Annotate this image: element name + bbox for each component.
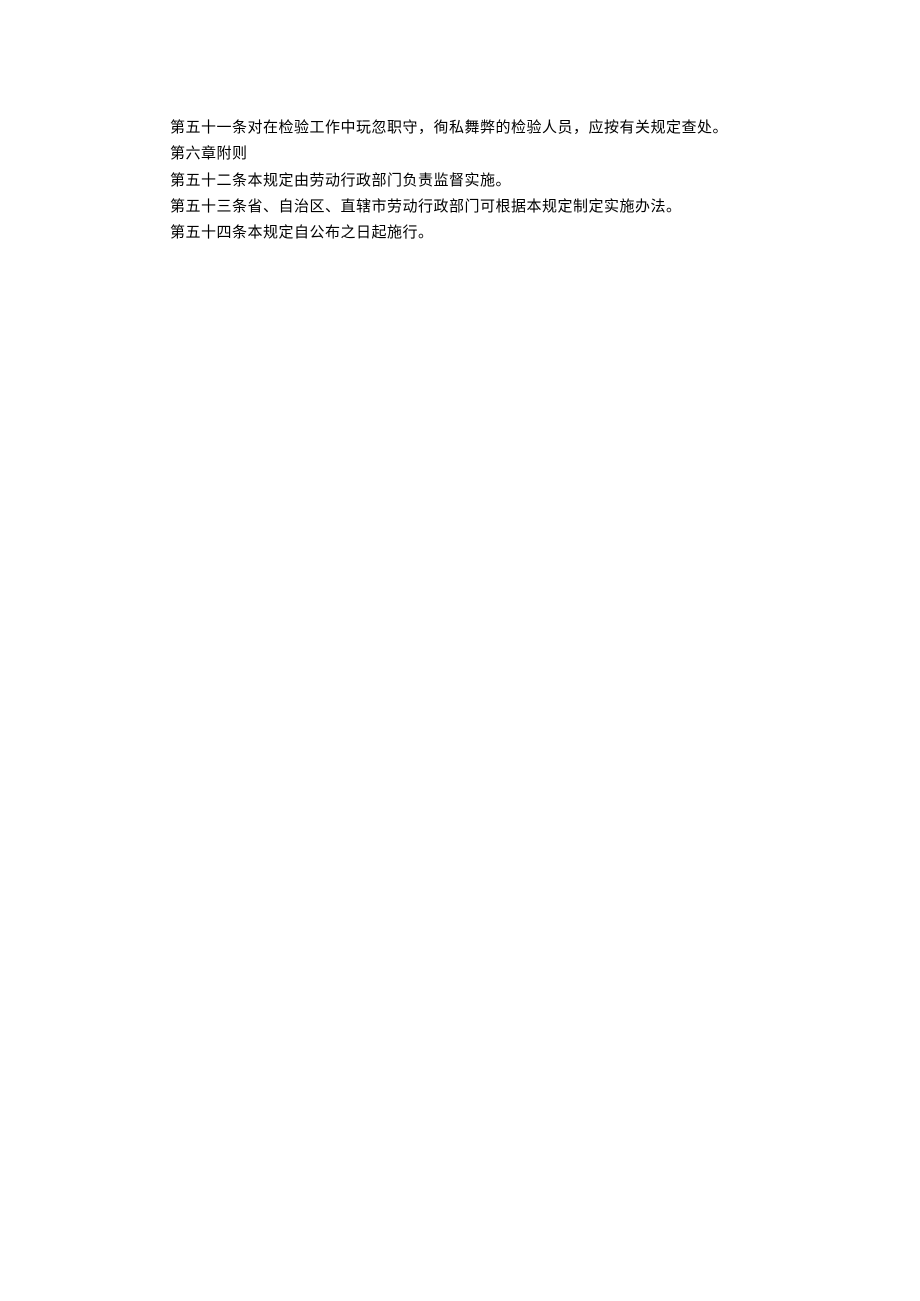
article-53: 第五十三条省、自治区、直辖市劳动行政部门可根据本规定制定实施办法。 xyxy=(170,194,750,220)
article-52: 第五十二条本规定由劳动行政部门负责监督实施。 xyxy=(170,168,750,194)
article-54: 第五十四条本规定自公布之日起施行。 xyxy=(170,220,750,246)
article-51: 第五十一条对在检验工作中玩忽职守，徇私舞弊的检验人员，应按有关规定查处。 xyxy=(170,115,750,141)
chapter-6-heading: 第六章附则 xyxy=(170,141,750,167)
